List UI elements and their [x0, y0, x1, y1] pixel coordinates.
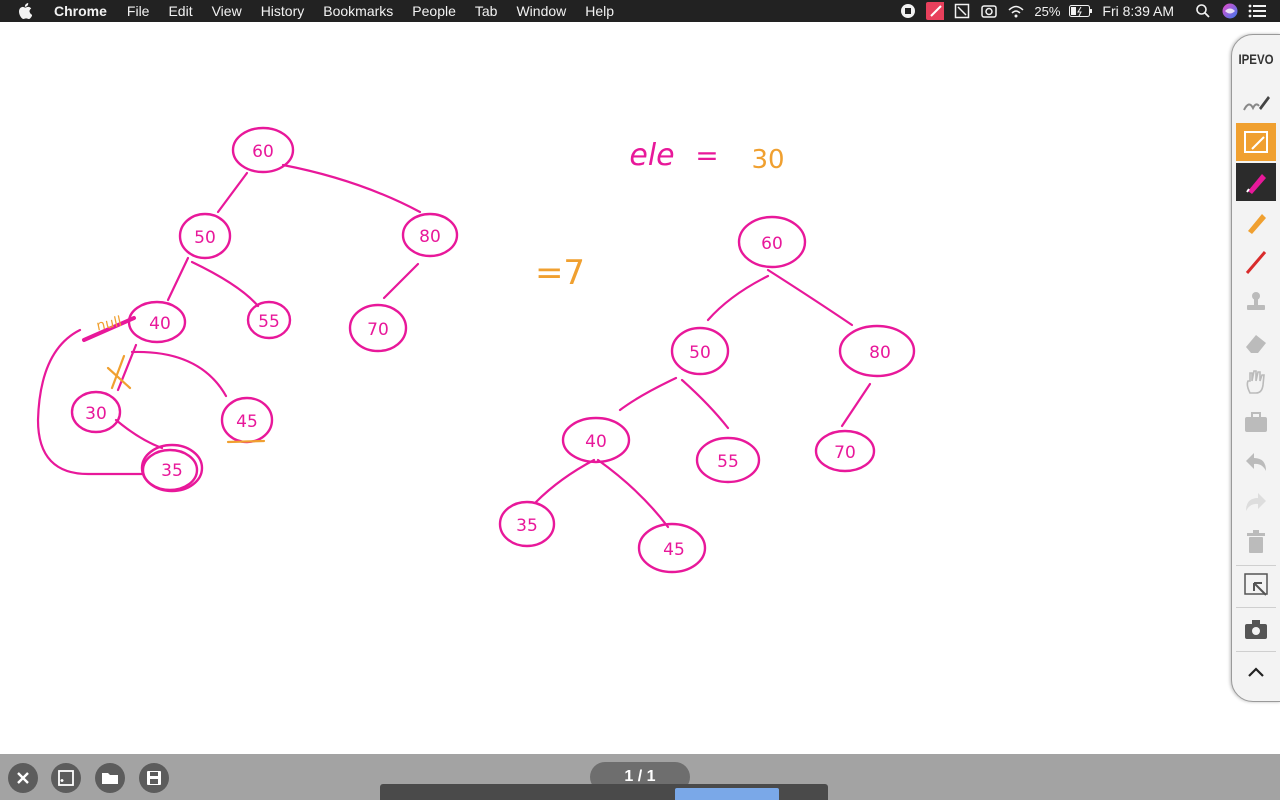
trash-icon[interactable] — [1236, 523, 1276, 561]
document-strip[interactable] — [380, 784, 828, 800]
capture-icon[interactable] — [1236, 123, 1276, 161]
battery-percent: 25% — [1034, 3, 1061, 19]
menu-window[interactable]: Window — [516, 3, 566, 19]
line-icon[interactable] — [1236, 243, 1276, 281]
bottom-bar: 1 / 1 — [0, 754, 1280, 800]
save-icon[interactable] — [139, 763, 169, 793]
left-node-lr: 55 — [258, 312, 280, 332]
new-page-icon[interactable] — [51, 763, 81, 793]
undo-icon[interactable] — [1236, 443, 1276, 481]
left-node-r: 80 — [419, 227, 441, 247]
right-node-lr: 55 — [717, 452, 739, 472]
menu-view[interactable]: View — [212, 3, 242, 19]
menu-people[interactable]: People — [412, 3, 456, 19]
ele-equals: = — [695, 139, 718, 172]
menu-edit[interactable]: Edit — [168, 3, 192, 19]
siri-icon[interactable] — [1221, 3, 1239, 19]
ele-value: 30 — [751, 145, 784, 175]
right-node-llr: 45 — [663, 540, 685, 560]
select-icon[interactable] — [1236, 565, 1276, 603]
close-icon[interactable] — [8, 763, 38, 793]
left-null-annotation: null — [95, 314, 123, 335]
hand-icon[interactable] — [1236, 363, 1276, 401]
freehand-pen-icon[interactable] — [1236, 83, 1276, 121]
ipevo-annotate-icon[interactable] — [926, 2, 945, 20]
menu-history[interactable]: History — [261, 3, 305, 19]
left-node-rl: 70 — [367, 320, 389, 340]
status-area: 25% Fri 8:39 AM — [899, 0, 1280, 22]
menu-bar: Chrome File Edit View History Bookmarks … — [0, 0, 1280, 22]
menu-app-name[interactable]: Chrome — [54, 3, 107, 19]
collapse-icon[interactable] — [1236, 653, 1276, 691]
battery-icon[interactable] — [1069, 3, 1093, 19]
open-folder-icon[interactable] — [95, 763, 125, 793]
menu-tab[interactable]: Tab — [475, 3, 498, 19]
right-node-root: 60 — [761, 234, 783, 254]
whiteboard-canvas[interactable]: 60 50 80 40 55 70 30 45 35 null ele = 30… — [0, 22, 1230, 754]
left-node-l: 50 — [194, 228, 216, 248]
camera-icon[interactable] — [980, 3, 998, 19]
toolbar-divider — [1236, 651, 1276, 652]
menu-bookmarks[interactable]: Bookmarks — [323, 3, 393, 19]
crop-icon[interactable] — [953, 3, 971, 19]
annotation-toolbar: IPEVO — [1231, 34, 1280, 702]
eraser-icon[interactable] — [1236, 323, 1276, 361]
toolbar-divider — [1236, 607, 1276, 608]
right-node-l: 50 — [689, 343, 711, 363]
wifi-icon[interactable] — [1007, 3, 1025, 19]
left-node-lllr: 35 — [161, 461, 183, 481]
left-node-root: 60 — [252, 142, 274, 162]
document-strip-highlight — [675, 788, 779, 800]
spotlight-search-icon[interactable] — [1194, 3, 1212, 19]
right-node-lll: 35 — [516, 516, 538, 536]
whiteboard-drawing: 60 50 80 40 55 70 30 45 35 null ele = 30… — [36, 126, 916, 574]
stamp-icon[interactable] — [1236, 283, 1276, 321]
left-node-ll: 40 — [149, 314, 171, 334]
notification-center-icon[interactable] — [1248, 3, 1266, 19]
menu-help[interactable]: Help — [585, 3, 614, 19]
redo-icon[interactable] — [1236, 483, 1276, 521]
transform-arrow: =7 — [535, 253, 585, 293]
right-node-rl: 70 — [834, 443, 856, 463]
left-node-llr: 45 — [236, 412, 258, 432]
right-node-r: 80 — [869, 343, 891, 363]
record-icon[interactable] — [899, 3, 917, 19]
menu-clock[interactable]: Fri 8:39 AM — [1102, 3, 1174, 19]
toolbox-icon[interactable] — [1236, 403, 1276, 441]
camera-icon[interactable] — [1236, 611, 1276, 649]
menu-file[interactable]: File — [127, 3, 150, 19]
left-node-lll: 30 — [85, 404, 107, 424]
right-node-ll: 40 — [585, 432, 607, 452]
ele-label: ele — [629, 138, 674, 173]
ipevo-logo: IPEVO — [1238, 51, 1274, 67]
highlighter-icon[interactable] — [1236, 203, 1276, 241]
pen-icon[interactable] — [1236, 163, 1276, 201]
apple-icon[interactable] — [18, 3, 38, 19]
